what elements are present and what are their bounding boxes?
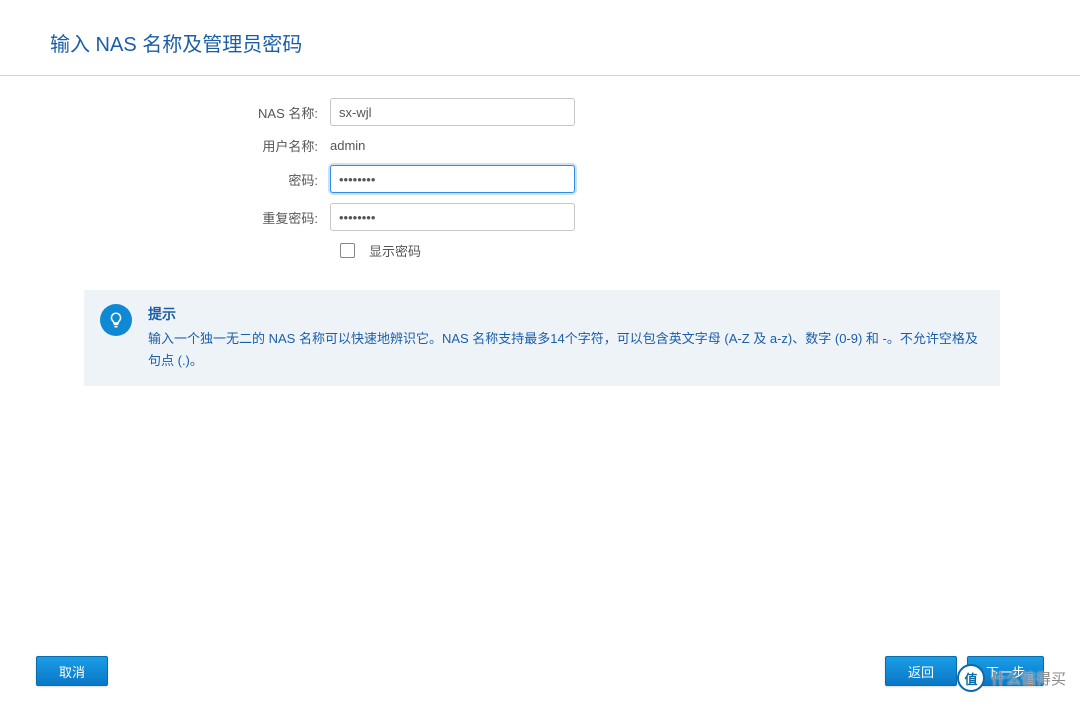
form-area: NAS 名称: 用户名称: admin 密码: 重复密码: 显示密码: [0, 98, 1080, 260]
page-title: 输入 NAS 名称及管理员密码: [50, 28, 1080, 57]
username-value: admin: [330, 138, 365, 153]
password-input[interactable]: [330, 165, 575, 193]
next-button[interactable]: 下一步: [967, 656, 1044, 686]
footer: 取消 返回 下一步: [0, 656, 1080, 686]
footer-right: 返回 下一步: [885, 656, 1044, 686]
row-username: 用户名称: admin: [0, 136, 1080, 155]
username-label: 用户名称:: [0, 136, 330, 155]
page-header: 输入 NAS 名称及管理员密码: [0, 0, 1080, 76]
cancel-button[interactable]: 取消: [36, 656, 108, 686]
row-password: 密码:: [0, 165, 1080, 193]
row-nas-name: NAS 名称:: [0, 98, 1080, 126]
nas-name-label: NAS 名称:: [0, 103, 330, 122]
row-repeat-password: 重复密码:: [0, 203, 1080, 231]
nas-name-input[interactable]: [330, 98, 575, 126]
lightbulb-icon: [100, 304, 132, 336]
tip-title: 提示: [148, 304, 982, 324]
back-button[interactable]: 返回: [885, 656, 957, 686]
tip-box: 提示 输入一个独一无二的 NAS 名称可以快速地辨识它。NAS 名称支持最多14…: [84, 290, 1000, 386]
password-label: 密码:: [0, 170, 330, 189]
repeat-password-label: 重复密码:: [0, 208, 330, 227]
tip-content: 提示 输入一个独一无二的 NAS 名称可以快速地辨识它。NAS 名称支持最多14…: [148, 304, 982, 372]
row-show-password: 显示密码: [340, 241, 1080, 260]
show-password-checkbox[interactable]: [340, 243, 355, 258]
show-password-label: 显示密码: [369, 241, 421, 260]
tip-text: 输入一个独一无二的 NAS 名称可以快速地辨识它。NAS 名称支持最多14个字符…: [148, 328, 982, 372]
repeat-password-input[interactable]: [330, 203, 575, 231]
